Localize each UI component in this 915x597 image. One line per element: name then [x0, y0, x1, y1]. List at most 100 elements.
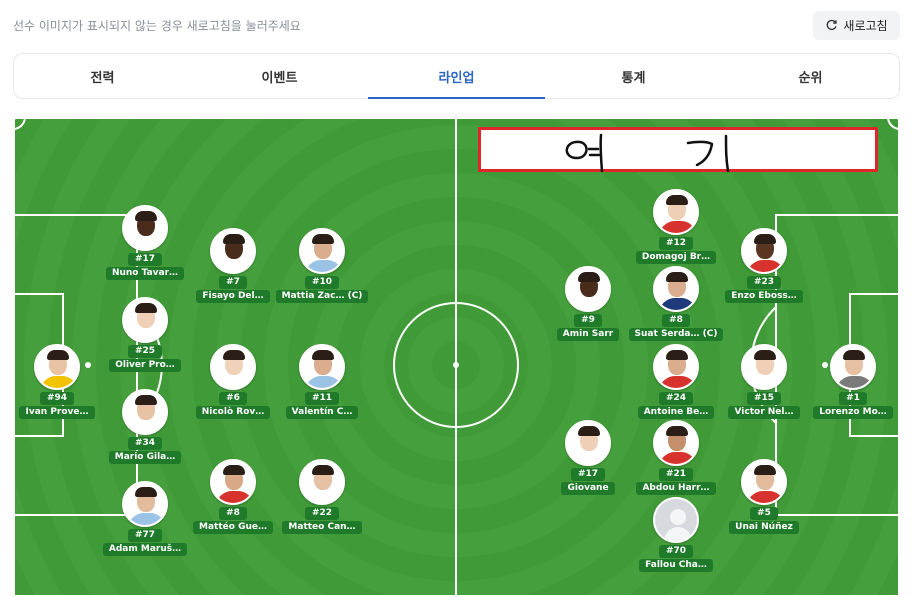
player-number: #17	[570, 468, 606, 481]
player-name: Nicolò Rov…	[195, 406, 271, 419]
image-refresh-notice: 선수 이미지가 표시되지 않는 경우 새로고침을 눌러주세요	[13, 19, 301, 33]
refresh-button[interactable]: 새로고침	[813, 11, 900, 40]
player-name: Fallou Cha…	[639, 559, 713, 572]
player-number: #94	[39, 392, 75, 405]
player-number: #24	[658, 392, 694, 405]
lineup-pitch: #94 Ivan Prove… #17 Nuno Tavar… #25 Oliver Pr…	[13, 117, 900, 597]
player-marker[interactable]: #34 Mario Gila…	[100, 389, 190, 464]
refresh-label: 새로고침	[843, 19, 888, 33]
player-number: #7	[219, 276, 247, 289]
player-photo	[741, 459, 787, 505]
player-name: Giovane	[561, 482, 615, 495]
player-marker[interactable]: #23 Enzo Eboss…	[719, 228, 809, 303]
player-photo	[653, 189, 699, 235]
player-marker[interactable]: #7 Fisayo Del…	[188, 228, 278, 303]
player-marker[interactable]: #8 Mattéo Gue…	[188, 459, 278, 534]
player-number: #12	[658, 237, 694, 250]
player-number: #11	[304, 392, 340, 405]
player-marker[interactable]: #94 Ivan Prove…	[13, 344, 102, 419]
player-name: Victor Nel…	[728, 406, 800, 419]
player-marker[interactable]: #21 Abdou Harr…	[631, 420, 721, 495]
player-marker[interactable]: #22 Matteo Can…	[277, 459, 367, 534]
player-marker[interactable]: #24 Antoine Be…	[631, 344, 721, 419]
player-marker[interactable]: #11 Valentín C…	[277, 344, 367, 419]
player-number: #22	[304, 507, 340, 520]
player-name: Unai Núñez	[729, 521, 799, 534]
player-marker[interactable]: #70 Fallou Cha…	[631, 497, 721, 572]
tab-events[interactable]: 이벤트	[191, 54, 368, 98]
handwritten-annotation	[565, 133, 730, 172]
player-number: #34	[127, 437, 163, 450]
player-number: #5	[750, 507, 778, 520]
player-marker[interactable]: #15 Victor Nel…	[719, 344, 809, 419]
player-marker[interactable]: #5 Unai Núñez	[719, 459, 809, 534]
player-number: #23	[746, 276, 782, 289]
player-photo	[565, 420, 611, 466]
player-name: Domagoj Br…	[635, 251, 717, 264]
player-photo	[653, 266, 699, 312]
player-number: #10	[304, 276, 340, 289]
match-tabs: 전력 이벤트 라인업 통계 순위	[13, 53, 900, 99]
tab-standings[interactable]: 순위	[722, 54, 899, 98]
player-photo	[565, 266, 611, 312]
player-photo	[741, 228, 787, 274]
notice-bar: 선수 이미지가 표시되지 않는 경우 새로고침을 눌러주세요 새로고침	[0, 0, 915, 50]
player-photo	[299, 344, 345, 390]
player-photo	[210, 228, 256, 274]
player-photo	[741, 344, 787, 390]
player-photo	[210, 459, 256, 505]
player-name: Valentín C…	[285, 406, 359, 419]
player-name: Adam Maruš…	[102, 543, 188, 556]
player-number: #8	[662, 314, 690, 327]
player-marker[interactable]: #9 Amin Sarr	[543, 266, 633, 341]
player-name: Mario Gila…	[108, 451, 182, 464]
player-number: #25	[127, 345, 163, 358]
refresh-icon	[827, 19, 838, 31]
player-photo	[653, 420, 699, 466]
player-number: #1	[839, 392, 867, 405]
player-number: #21	[658, 468, 694, 481]
player-photo	[299, 459, 345, 505]
tab-form[interactable]: 전력	[14, 54, 191, 98]
player-marker[interactable]: #25 Oliver Pro…	[100, 297, 190, 372]
player-marker[interactable]: #10 Mattia Zac… (C)	[275, 228, 369, 303]
player-name: Abdou Harr…	[636, 482, 716, 495]
player-name: Ivan Prove…	[19, 406, 95, 419]
player-photo	[122, 389, 168, 435]
player-photo	[122, 297, 168, 343]
player-marker[interactable]: #77 Adam Maruš…	[100, 481, 190, 556]
player-name: Suat Serda… (C)	[628, 328, 724, 341]
tab-lineup[interactable]: 라인업	[368, 54, 545, 99]
player-marker[interactable]: #17 Giovane	[543, 420, 633, 495]
player-marker[interactable]: #12 Domagoj Br…	[631, 189, 721, 264]
player-marker[interactable]: #6 Nicolò Rov…	[188, 344, 278, 419]
player-name: Fisayo Del…	[196, 290, 270, 303]
player-photo	[653, 344, 699, 390]
player-photo	[210, 344, 256, 390]
default-avatar-icon	[653, 497, 699, 543]
player-number: #9	[574, 314, 602, 327]
player-number: #17	[127, 253, 163, 266]
player-name: Oliver Pro…	[109, 359, 181, 372]
player-number: #8	[219, 507, 247, 520]
player-name: Antoine Be…	[637, 406, 715, 419]
player-name: Lorenzo Mo…	[813, 406, 893, 419]
player-photo	[34, 344, 80, 390]
player-marker[interactable]: #1 Lorenzo Mo…	[808, 344, 898, 419]
player-number: #6	[219, 392, 247, 405]
player-photo	[122, 205, 168, 251]
tab-stats[interactable]: 통계	[545, 54, 722, 98]
player-marker[interactable]: #8 Suat Serda… (C)	[628, 266, 724, 341]
player-name: Nuno Tavar…	[105, 267, 185, 280]
player-name: Matteo Can…	[282, 521, 362, 534]
player-marker[interactable]: #17 Nuno Tavar…	[100, 205, 190, 280]
player-name: Mattéo Gue…	[193, 521, 273, 534]
player-number: #70	[658, 545, 694, 558]
player-number: #15	[746, 392, 782, 405]
player-name: Enzo Eboss…	[725, 290, 803, 303]
player-name: Amin Sarr	[556, 328, 620, 341]
player-number: #77	[127, 529, 163, 542]
player-photo	[299, 228, 345, 274]
player-name: Mattia Zac… (C)	[275, 290, 369, 303]
player-photo	[122, 481, 168, 527]
